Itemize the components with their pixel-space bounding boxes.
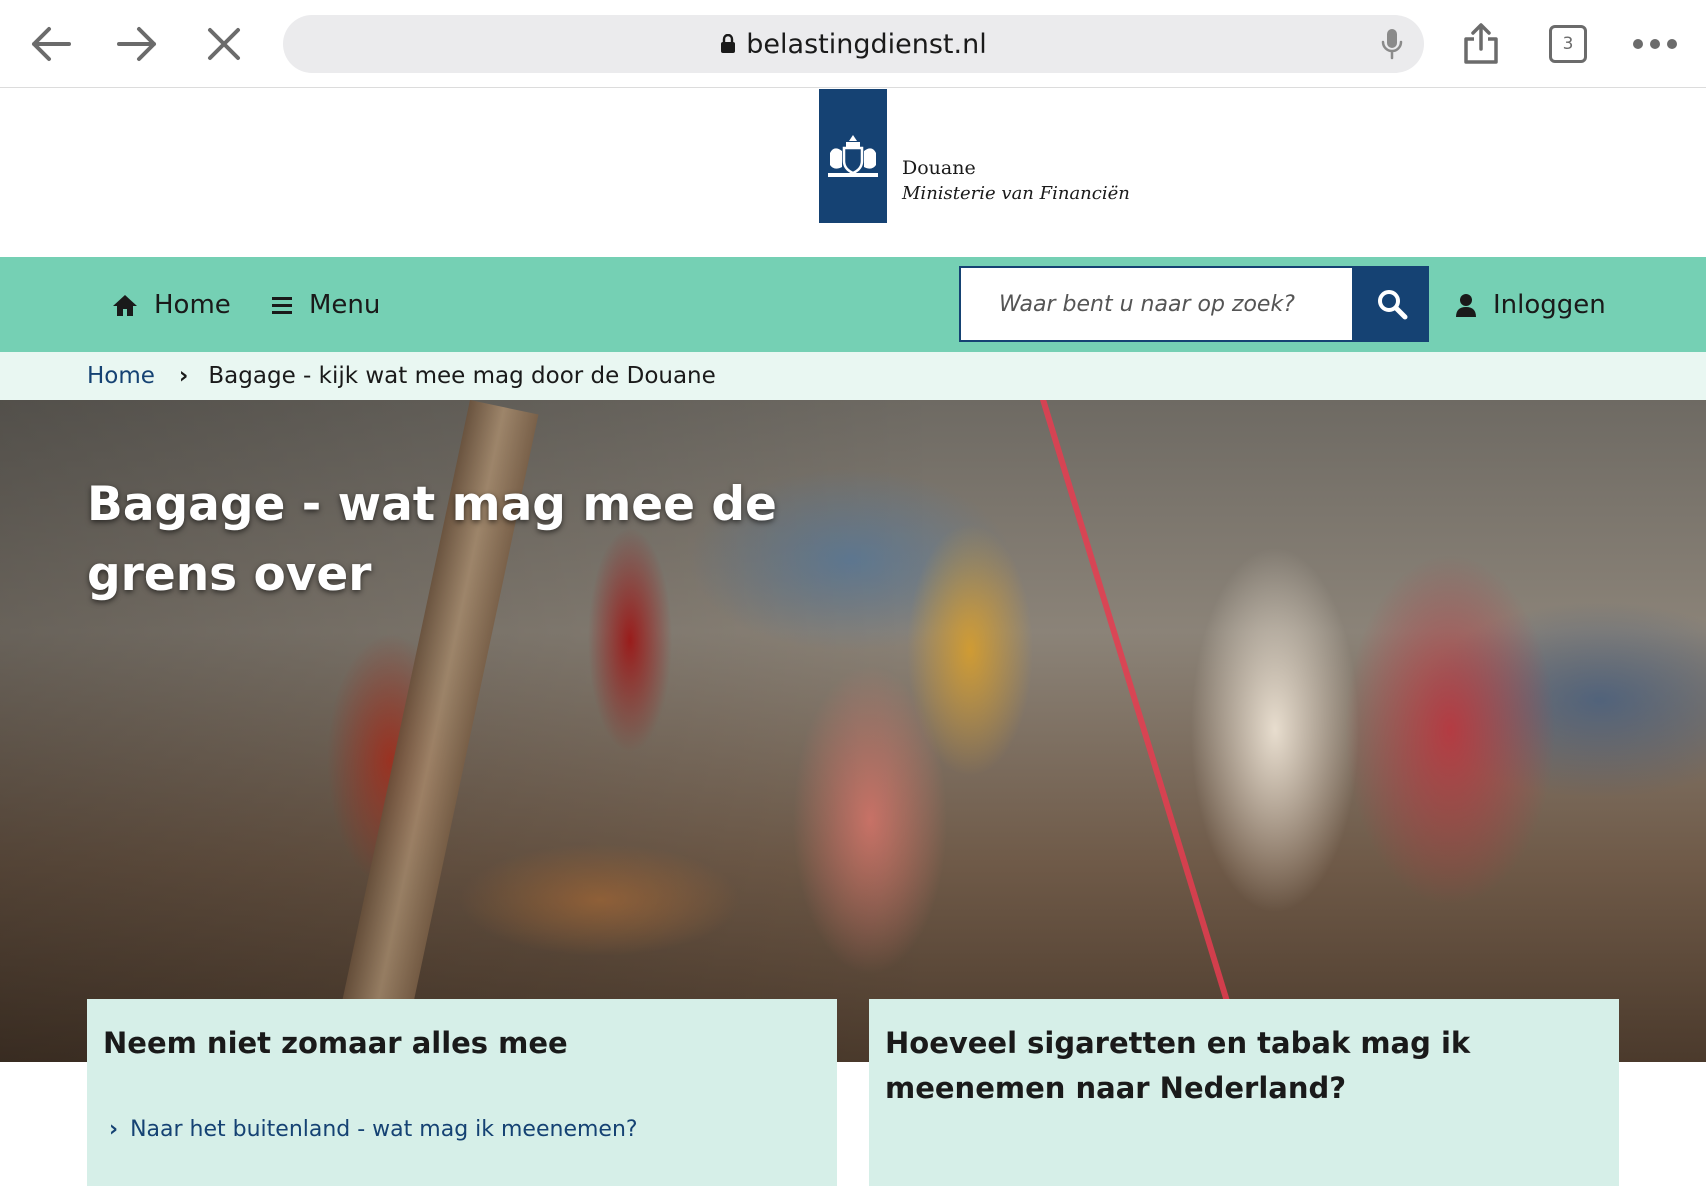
stop-loading-icon[interactable]: [194, 14, 254, 74]
org-name: Douane: [902, 157, 976, 179]
card-link[interactable]: › Naar het buitenland - wat mag ik meene…: [109, 1117, 638, 1142]
address-bar[interactable]: belastingdienst.nl: [283, 15, 1424, 73]
back-arrow-icon[interactable]: [21, 14, 81, 74]
coat-of-arms-icon: [828, 135, 878, 177]
search-box: [959, 266, 1354, 342]
site-header: Douane Ministerie van Financiën: [0, 89, 1706, 257]
login-label: Inloggen: [1493, 289, 1606, 320]
ministry-name: Ministerie van Financiën: [902, 183, 1130, 204]
breadcrumb-current: Bagage - kijk wat mee mag door de Douane: [208, 363, 716, 389]
search-input[interactable]: [999, 291, 1352, 317]
card-title: Hoeveel sigaretten en tabak mag ik meene…: [885, 1026, 1471, 1105]
tab-count: 3: [1549, 25, 1587, 63]
hero-banner: Bagage - wat mag mee de grens over: [0, 400, 1706, 1062]
nav-home[interactable]: Home: [112, 257, 231, 352]
tabs-icon[interactable]: 3: [1538, 14, 1598, 74]
card-title: Neem niet zomaar alles mee: [103, 1026, 568, 1060]
breadcrumb: Home › Bagage - kijk wat mee mag door de…: [0, 352, 1706, 400]
card-link-label: Naar het buitenland - wat mag ik meeneme…: [130, 1117, 638, 1142]
nav-home-label: Home: [154, 289, 231, 320]
share-icon[interactable]: [1451, 14, 1511, 74]
microphone-icon[interactable]: [1380, 27, 1404, 65]
page-title: Bagage - wat mag mee de grens over: [87, 477, 777, 602]
search-button[interactable]: [1354, 266, 1429, 342]
home-icon: [113, 294, 137, 316]
info-card: Neem niet zomaar alles mee › Naar het bu…: [87, 999, 837, 1186]
lock-icon: [721, 34, 736, 53]
main-navigation: Home Menu Inloggen: [0, 257, 1706, 352]
nav-menu-label: Menu: [309, 289, 381, 320]
nav-menu[interactable]: Menu: [271, 257, 380, 352]
url-text: belastingdienst.nl: [746, 28, 987, 60]
chevron-right-icon: ›: [178, 363, 189, 389]
hamburger-icon: [272, 296, 292, 314]
breadcrumb-home-link[interactable]: Home: [87, 363, 155, 389]
search-icon: [1377, 290, 1407, 320]
chevron-right-icon: ›: [109, 1117, 119, 1142]
browser-toolbar: belastingdienst.nl 3: [0, 0, 1706, 88]
rijksoverheid-logo[interactable]: [819, 89, 887, 223]
info-card: Hoeveel sigaretten en tabak mag ik meene…: [869, 999, 1619, 1186]
forward-arrow-icon[interactable]: [107, 14, 167, 74]
login-link[interactable]: Inloggen: [1455, 257, 1606, 352]
more-options-icon[interactable]: [1625, 14, 1685, 74]
user-icon: [1456, 293, 1476, 317]
logo-text: Douane Ministerie van Financiën: [902, 157, 1130, 204]
